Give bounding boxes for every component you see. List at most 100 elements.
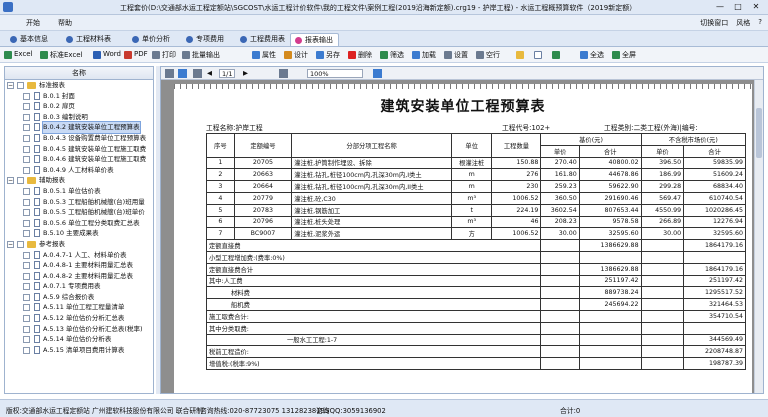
help-icon[interactable]: ? <box>758 18 762 28</box>
word-button[interactable]: Word <box>93 50 121 60</box>
tab-material-table[interactable]: 工程材料表 <box>62 33 116 46</box>
tree-item[interactable]: A.5.9 综合报价表 <box>5 292 153 303</box>
delete-button[interactable]: 删除 <box>348 50 372 60</box>
view-icon[interactable] <box>373 69 382 78</box>
tab-basic-info[interactable]: 基本信息 <box>6 33 53 46</box>
tab-unit-price[interactable]: 单价分析 <box>128 33 175 46</box>
tree-item[interactable]: A.5.13 单位估价分析汇总表(税率) <box>5 324 153 335</box>
chart-button[interactable] <box>552 50 562 60</box>
tree-item[interactable]: A.5.14 单位估价分析表 <box>5 334 153 345</box>
style-menu[interactable]: 风格 <box>736 18 750 28</box>
tree-item[interactable]: B.0.1 封面 <box>5 91 153 102</box>
tree-item[interactable]: B.0.5.6 单位工程分类取费汇总表 <box>5 218 153 229</box>
tree-item[interactable]: B.0.2 扉页 <box>5 101 153 112</box>
tree-checkbox[interactable] <box>23 124 30 132</box>
folder-button[interactable] <box>516 50 526 60</box>
std-excel-button[interactable]: 标准Excel <box>40 50 83 60</box>
tree-item[interactable]: A.0.4.7-1 人工、材料单价表 <box>5 250 153 261</box>
minimize-button[interactable]: — <box>712 1 728 13</box>
tree-item[interactable]: B.0.4.9 人工材料单价表 <box>5 165 153 176</box>
blank-row-button[interactable]: 空行 <box>476 50 500 60</box>
tree-checkbox[interactable] <box>23 187 30 195</box>
fullscreen-button[interactable]: 全屏 <box>612 50 636 60</box>
tree-item[interactable]: B.0.5.5 工程船舶机械艘(台)班单价 <box>5 207 153 218</box>
tree-item[interactable]: B.0.3 编制说明 <box>5 112 153 123</box>
filter-button[interactable]: 筛选 <box>380 50 404 60</box>
vertical-scrollbar[interactable] <box>754 80 763 393</box>
first-page-icon[interactable] <box>193 69 202 78</box>
switch-window-button[interactable]: 切换窗口 <box>700 18 728 28</box>
tree-checkbox[interactable] <box>23 272 30 280</box>
tab-special-fees[interactable]: 专项费用 <box>182 33 229 46</box>
tab-cost-table[interactable]: 工程费用表 <box>236 33 290 46</box>
design-button[interactable]: 设计 <box>284 50 308 60</box>
tree-checkbox[interactable] <box>23 262 30 270</box>
tree-checkbox[interactable] <box>23 293 30 301</box>
tree-item[interactable]: B.0.5.1 单位估价表 <box>5 186 153 197</box>
tree-checkbox[interactable] <box>23 230 30 238</box>
zoom-select[interactable]: 100% <box>307 69 363 78</box>
page-button[interactable] <box>534 50 544 60</box>
scroll-thumb[interactable] <box>756 108 762 158</box>
tree-item[interactable]: A.5.11 单位工程工程量清单 <box>5 302 153 313</box>
tree-item[interactable]: A.5.15 清单项目费用计算表 <box>5 345 153 356</box>
tree-checkbox[interactable] <box>23 113 30 121</box>
zoom-in-icon[interactable] <box>279 69 288 78</box>
tree-checkbox[interactable] <box>23 346 30 354</box>
page-indicator[interactable]: 1/1 <box>219 69 236 78</box>
pdf-button[interactable]: PDF <box>124 50 148 60</box>
tree-item[interactable]: B.5.10 主要成果表 <box>5 228 153 239</box>
save-as-button[interactable]: 另存 <box>316 50 340 60</box>
maximize-button[interactable]: □ <box>730 1 746 13</box>
tree-checkbox[interactable] <box>23 304 30 312</box>
tree-item[interactable]: B.0.4.6 建筑安装单位工程施工取费 <box>5 154 153 165</box>
menu-help[interactable]: 帮助 <box>58 18 72 28</box>
batch-output-button[interactable]: 批量输出 <box>182 50 220 60</box>
tree-checkbox[interactable] <box>23 198 30 206</box>
collapse-icon[interactable]: − <box>7 82 14 89</box>
tree-checkbox[interactable] <box>23 251 30 259</box>
tree-checkbox[interactable] <box>23 336 30 344</box>
tree-item[interactable]: B.0.4.3 设备购置费单位工程预算表 <box>5 133 153 144</box>
settings-button[interactable]: 设置 <box>444 50 468 60</box>
tree-item[interactable]: B.0.5.3 工程船舶机械艘(台)班用量 <box>5 197 153 208</box>
print-button[interactable]: 打印 <box>152 50 176 60</box>
tree-folder[interactable]: − 标准报表 <box>5 80 153 91</box>
tree-checkbox[interactable] <box>23 315 30 323</box>
tree-checkbox[interactable] <box>23 103 30 111</box>
tree-item[interactable]: A.0.4.8-2 主要材料用量汇总表 <box>5 271 153 282</box>
tree-folder[interactable]: − 参考报表 <box>5 239 153 250</box>
tree-checkbox[interactable] <box>23 283 30 291</box>
select-all-button[interactable]: 全选 <box>580 50 604 60</box>
load-button[interactable]: 加载 <box>412 50 436 60</box>
close-button[interactable]: ✕ <box>748 1 764 13</box>
tree-item[interactable]: B.0.4.2 建筑安装单位工程预算表 <box>5 121 153 134</box>
tree-item[interactable]: B.0.4.5 建筑安装单位工程施工取费 <box>5 144 153 155</box>
tree-item[interactable]: A.0.7.1 专项费用表 <box>5 281 153 292</box>
tree-checkbox[interactable] <box>17 82 24 89</box>
tree-checkbox[interactable] <box>23 92 30 100</box>
prev-page-icon[interactable]: ◀ <box>207 69 212 78</box>
menu-start[interactable]: 开始 <box>26 18 40 28</box>
tree-item[interactable]: A.5.12 单位估价分析汇总表 <box>5 313 153 324</box>
collapse-icon[interactable]: − <box>7 240 14 248</box>
print-icon[interactable] <box>165 69 174 78</box>
tree-checkbox[interactable] <box>23 145 30 153</box>
tree-checkbox[interactable] <box>23 166 30 174</box>
excel-button[interactable]: Excel <box>4 50 33 60</box>
tree-item[interactable]: A.0.4.8-1 主要材料用量汇总表 <box>5 260 153 271</box>
tree-checkbox[interactable] <box>23 219 30 227</box>
tree-checkbox[interactable] <box>17 177 24 185</box>
tree-checkbox[interactable] <box>23 209 30 217</box>
save-icon[interactable] <box>178 69 187 78</box>
tree-checkbox[interactable] <box>23 156 30 164</box>
tree-checkbox[interactable] <box>23 325 30 333</box>
tree-checkbox[interactable] <box>23 134 30 142</box>
collapse-icon[interactable]: − <box>7 177 14 185</box>
tree-folder[interactable]: − 辅助报表 <box>5 175 153 186</box>
tab-report-output[interactable]: 报表输出 <box>290 33 339 46</box>
next-page-icon[interactable]: ▶ <box>243 69 248 78</box>
properties-button[interactable]: 属性 <box>252 50 276 60</box>
tree-checkbox[interactable] <box>17 240 24 248</box>
summary-bp-total: 245694.22 <box>578 298 642 311</box>
